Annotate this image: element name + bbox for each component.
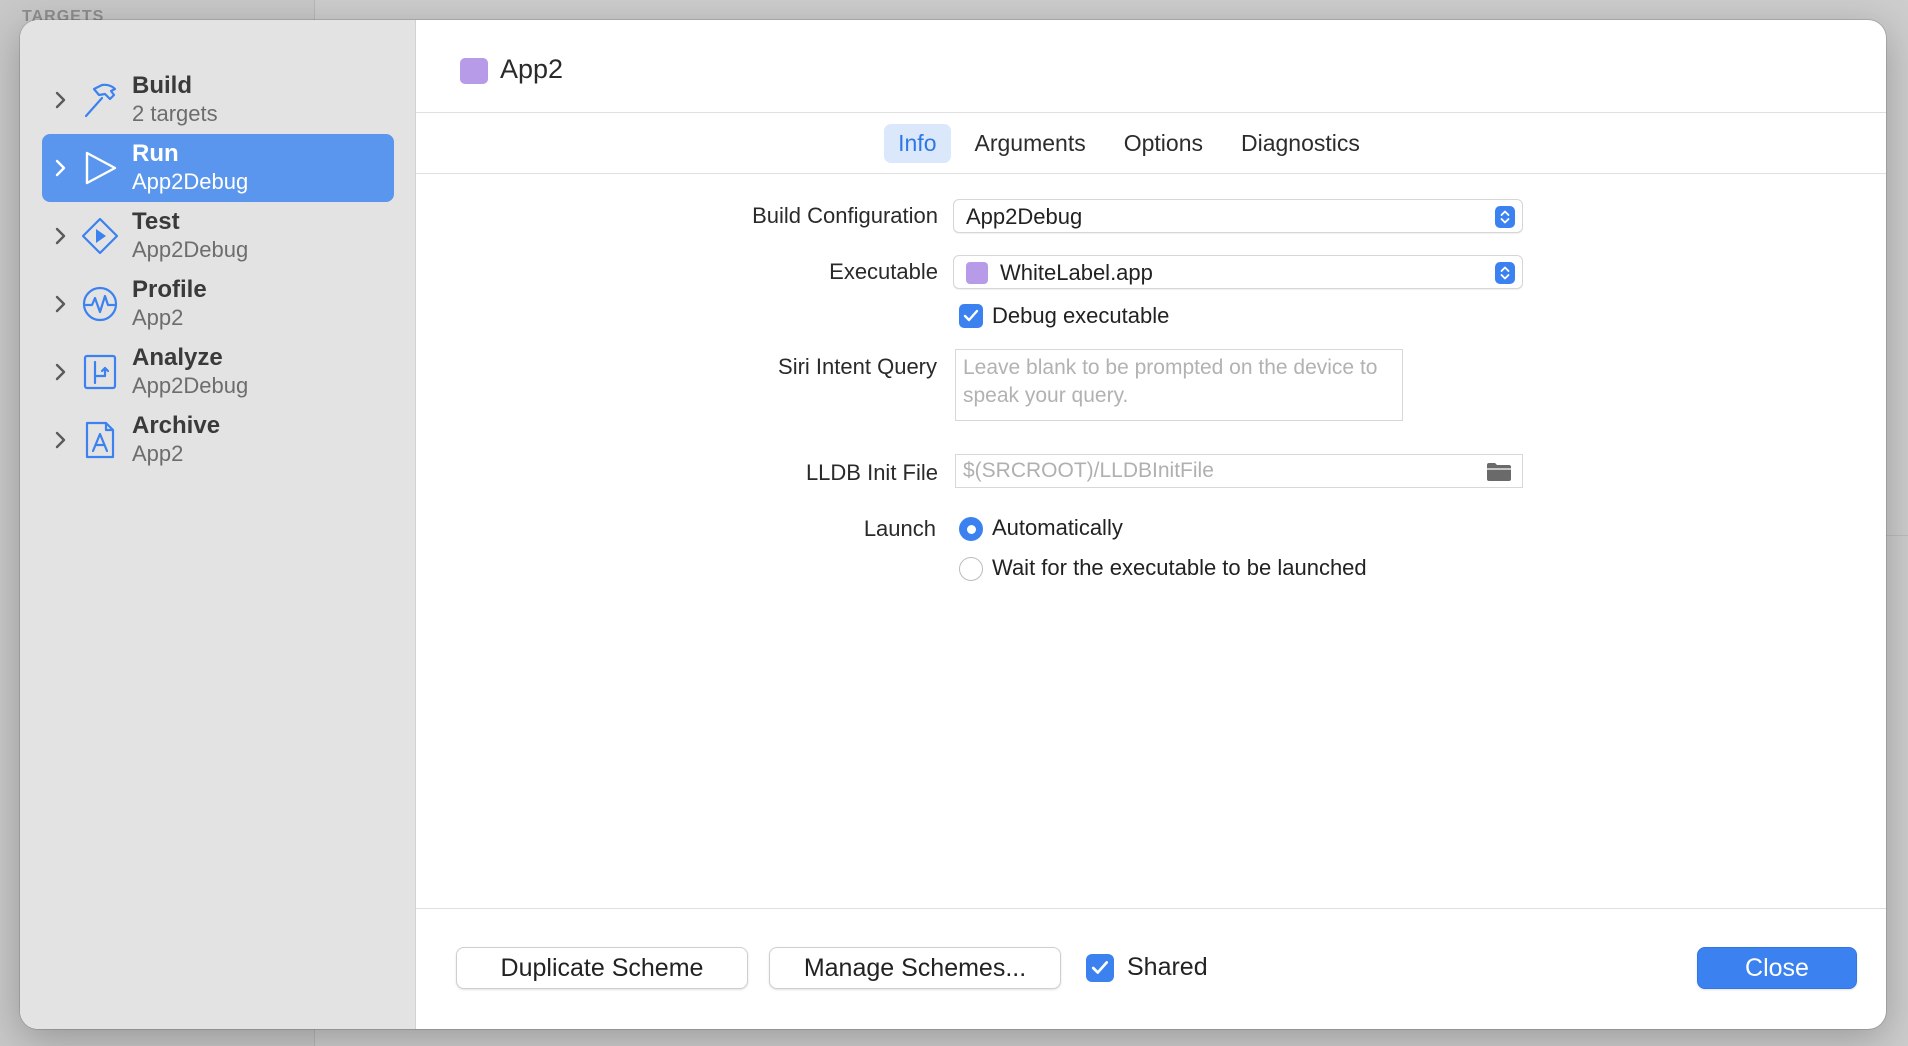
archive-icon	[78, 418, 122, 462]
sidebar-item-title: Profile	[132, 276, 207, 303]
sidebar-item-subtitle: App2Debug	[132, 169, 249, 194]
analyze-icon	[78, 350, 122, 394]
sidebar-item-build[interactable]: Build 2 targets	[42, 66, 394, 134]
debug-executable-label: Debug executable	[992, 303, 1170, 328]
app-target-icon	[966, 262, 988, 284]
sidebar-item-run[interactable]: Run App2Debug	[42, 134, 394, 202]
launch-automatically-radio[interactable]	[959, 517, 983, 541]
launch-label: Launch	[863, 516, 936, 541]
sidebar-item-title: Archive	[132, 412, 221, 439]
debug-executable-checkbox[interactable]	[959, 304, 983, 328]
tab-options[interactable]: Options	[1110, 124, 1217, 163]
play-icon	[78, 146, 122, 190]
lldb-init-file-field[interactable]: $(SRCROOT)/LLDBInitFile	[955, 454, 1523, 488]
test-diamond-icon	[78, 214, 122, 258]
tab-info[interactable]: Info	[884, 124, 951, 163]
launch-wait-radio[interactable]	[959, 557, 983, 581]
scheme-editor-sheet: Build 2 targets Run App2Debug Test App2D…	[20, 20, 1886, 1029]
sidebar-item-title: Analyze	[132, 344, 223, 371]
app-target-icon	[460, 58, 488, 84]
scheme-detail-pane: App2 Info Arguments Options Diagnostics …	[416, 20, 1886, 1029]
backdrop-divider	[1886, 535, 1908, 536]
launch-automatically-label: Automatically	[992, 515, 1123, 540]
duplicate-scheme-button[interactable]: Duplicate Scheme	[456, 947, 748, 989]
lldb-init-file-placeholder: $(SRCROOT)/LLDBInitFile	[963, 459, 1214, 482]
sidebar-item-title: Test	[132, 208, 180, 235]
build-configuration-label: Build Configuration	[752, 203, 938, 228]
lldb-init-file-label: LLDB Init File	[805, 460, 938, 485]
executable-popup[interactable]: WhiteLabel.app	[953, 255, 1523, 289]
tab-diagnostics[interactable]: Diagnostics	[1227, 124, 1374, 163]
chevron-right-icon[interactable]	[46, 363, 76, 381]
scheme-actions-sidebar: Build 2 targets Run App2Debug Test App2D…	[20, 20, 416, 1029]
scheme-name: App2	[500, 54, 564, 84]
tab-bar: Info Arguments Options Diagnostics	[416, 114, 1886, 174]
siri-intent-query-label: Siri Intent Query	[778, 354, 937, 379]
sidebar-item-title: Build	[132, 72, 192, 99]
build-configuration-popup[interactable]: App2Debug	[953, 199, 1523, 233]
sidebar-item-analyze[interactable]: Analyze App2Debug	[42, 338, 394, 406]
sidebar-item-subtitle: App2Debug	[132, 373, 249, 398]
sidebar-item-subtitle: App2Debug	[132, 237, 249, 262]
popup-arrows-icon	[1495, 262, 1515, 284]
tab-arguments[interactable]: Arguments	[961, 124, 1100, 163]
sheet-footer: Duplicate Scheme Manage Schemes... Share…	[416, 908, 1886, 1029]
popup-arrows-icon	[1495, 206, 1515, 228]
sidebar-item-subtitle: App2	[132, 305, 184, 330]
pulse-icon	[78, 282, 122, 326]
executable-label: Executable	[829, 259, 938, 284]
sidebar-item-test[interactable]: Test App2Debug	[42, 202, 394, 270]
chevron-right-icon[interactable]	[46, 295, 76, 313]
chevron-right-icon[interactable]	[46, 91, 76, 109]
executable-value: WhiteLabel.app	[1000, 260, 1153, 285]
sidebar-item-subtitle: App2	[132, 441, 184, 466]
close-button[interactable]: Close	[1697, 947, 1857, 989]
scheme-header: App2	[416, 20, 1886, 113]
folder-icon[interactable]	[1486, 462, 1512, 487]
shared-checkbox[interactable]	[1086, 954, 1114, 982]
build-configuration-value: App2Debug	[966, 204, 1083, 229]
shared-label: Shared	[1127, 953, 1208, 981]
sidebar-item-archive[interactable]: Archive App2	[42, 406, 394, 474]
chevron-right-icon[interactable]	[46, 227, 76, 245]
sidebar-item-subtitle: 2 targets	[132, 101, 218, 126]
sidebar-item-title: Run	[132, 140, 179, 167]
sidebar-item-profile[interactable]: Profile App2	[42, 270, 394, 338]
chevron-right-icon[interactable]	[46, 431, 76, 449]
launch-wait-label: Wait for the executable to be launched	[992, 555, 1367, 580]
hammer-icon	[78, 78, 122, 122]
siri-intent-query-field[interactable]: Leave blank to be prompted on the device…	[955, 349, 1403, 421]
manage-schemes-button[interactable]: Manage Schemes...	[769, 947, 1061, 989]
chevron-right-icon[interactable]	[46, 159, 76, 177]
